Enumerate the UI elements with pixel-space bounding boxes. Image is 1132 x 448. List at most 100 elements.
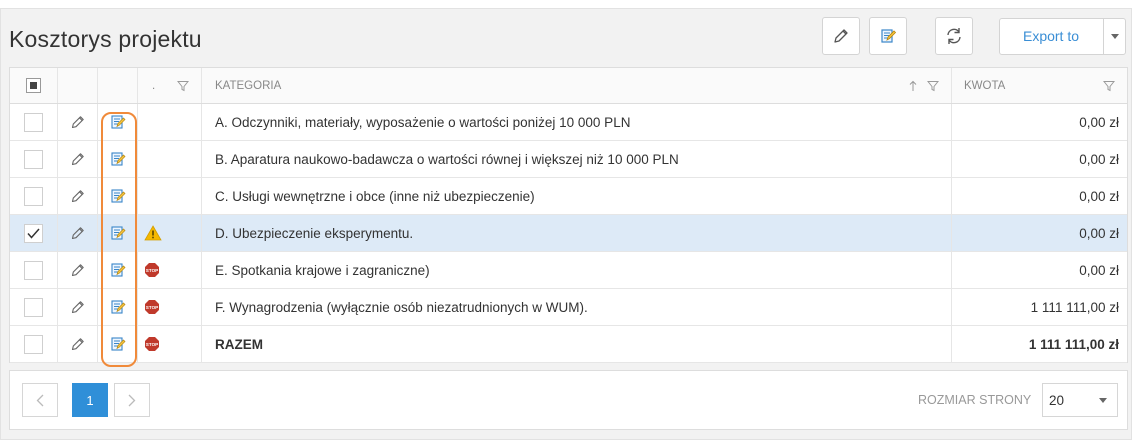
category-column-header[interactable]: KATEGORIA: [202, 68, 952, 103]
filter-icon[interactable]: [177, 80, 189, 92]
row-notes-button[interactable]: [98, 104, 138, 140]
row-edit-button[interactable]: [58, 104, 98, 140]
pencil-icon: [71, 190, 84, 203]
pencil-icon: [71, 116, 84, 129]
row-checkbox[interactable]: [24, 186, 43, 206]
row-category: A. Odczynniki, materiały, wyposażenie o …: [202, 104, 952, 140]
row-checkbox[interactable]: [24, 149, 43, 169]
category-column-label: KATEGORIA: [215, 79, 282, 92]
stop-icon: STOP: [145, 300, 159, 314]
page-size-value: 20: [1049, 392, 1065, 408]
row-checkbox[interactable]: [24, 112, 43, 132]
row-notes-button[interactable]: [98, 252, 138, 288]
status-column-header[interactable]: .: [138, 68, 202, 103]
refresh-button[interactable]: [935, 17, 973, 55]
row-checkbox[interactable]: [24, 297, 43, 317]
grid-pager: 1 ROZMIAR STRONY 20: [9, 370, 1128, 430]
select-all-checkbox[interactable]: [26, 78, 41, 93]
row-select-cell: [10, 141, 58, 177]
table-row[interactable]: A. Odczynniki, materiały, wyposażenie o …: [10, 104, 1127, 141]
svg-text:STOP: STOP: [146, 342, 158, 347]
notepad-edit-icon: [110, 263, 125, 277]
row-edit-button[interactable]: [58, 289, 98, 325]
notes-button[interactable]: [869, 17, 907, 55]
pencil-icon: [71, 227, 84, 240]
row-amount: 0,00 zł: [1079, 188, 1119, 204]
row-select-cell: [10, 178, 58, 214]
row-edit-button[interactable]: [58, 141, 98, 177]
row-category: RAZEM: [202, 326, 952, 362]
table-row[interactable]: D. Ubezpieczenie eksperymentu. 0,00 zł: [10, 215, 1127, 252]
checkmark-icon: [27, 228, 40, 239]
notepad-edit-icon: [110, 189, 125, 203]
pencil-icon: [71, 301, 84, 314]
row-select-cell: [10, 252, 58, 288]
select-all-cell: [10, 68, 58, 103]
table-row[interactable]: C. Usługi wewnętrzne i obce (inne niż ub…: [10, 178, 1127, 215]
notepad-edit-icon: [881, 29, 897, 43]
page-button-1[interactable]: 1: [72, 383, 108, 417]
amount-column-header[interactable]: KWOTA: [952, 68, 1129, 103]
row-amount: 1 111 111,00 zł: [1030, 299, 1119, 315]
pencil-icon: [71, 264, 84, 277]
notes-column-header: [98, 68, 138, 103]
table-row[interactable]: STOP E. Spotkania krajowe i zagraniczne) 0…: [10, 252, 1127, 289]
row-amount: 1 111 111,00 zł: [1028, 336, 1119, 352]
row-select-cell: [10, 215, 58, 251]
row-notes-button[interactable]: [98, 215, 138, 251]
refresh-icon: [947, 28, 961, 44]
table-row[interactable]: STOP RAZEM 1 111 111,00 zł: [10, 326, 1127, 363]
notepad-edit-icon: [110, 300, 125, 314]
row-notes-button[interactable]: [98, 326, 138, 362]
row-edit-button[interactable]: [58, 215, 98, 251]
edit-column-header: [58, 68, 98, 103]
page-title: Kosztorys projektu: [9, 26, 202, 52]
svg-text:STOP: STOP: [146, 268, 158, 273]
row-notes-button[interactable]: [98, 289, 138, 325]
export-button[interactable]: Export to: [1000, 19, 1102, 54]
notepad-edit-icon: [110, 152, 125, 166]
chevron-right-icon: [128, 394, 136, 406]
row-status-cell: STOP: [138, 326, 202, 362]
row-checkbox[interactable]: [24, 334, 43, 354]
row-category: D. Ubezpieczenie eksperymentu.: [202, 215, 952, 251]
row-status-cell: STOP: [138, 289, 202, 325]
edit-button[interactable]: [822, 17, 860, 55]
prev-page-button[interactable]: [22, 383, 58, 417]
sort-ascending-icon[interactable]: [909, 80, 917, 92]
page-size-select[interactable]: 20: [1042, 383, 1118, 417]
row-edit-button[interactable]: [58, 326, 98, 362]
row-checkbox[interactable]: [24, 260, 43, 280]
row-notes-button[interactable]: [98, 141, 138, 177]
budget-grid: . KATEGORIA KWOTA A. Odczynniki, materia…: [9, 67, 1128, 363]
row-amount: 0,00 zł: [1079, 151, 1119, 167]
caret-down-icon: [1099, 397, 1107, 403]
row-edit-button[interactable]: [58, 178, 98, 214]
filter-icon[interactable]: [927, 80, 939, 92]
table-row[interactable]: B. Aparatura naukowo-badawcza o wartości…: [10, 141, 1127, 178]
row-select-cell: [10, 104, 58, 140]
notepad-edit-icon: [110, 337, 125, 351]
row-notes-button[interactable]: [98, 178, 138, 214]
svg-text:STOP: STOP: [146, 305, 158, 310]
caret-down-icon: [1110, 34, 1119, 39]
row-status-cell: [138, 178, 202, 214]
category-header-tools: [909, 80, 939, 92]
export-dropdown-toggle[interactable]: [1103, 19, 1125, 54]
page-size-label: ROZMIAR STRONY: [918, 393, 1032, 407]
table-row[interactable]: STOP F. Wynagrodzenia (wyłącznie osób nie…: [10, 289, 1127, 326]
row-amount: 0,00 zł: [1079, 262, 1119, 278]
row-status-cell: [138, 215, 202, 251]
status-column-label: .: [152, 79, 156, 92]
row-select-cell: [10, 326, 58, 362]
pencil-icon: [834, 29, 848, 43]
row-category: B. Aparatura naukowo-badawcza o wartości…: [202, 141, 952, 177]
notepad-edit-icon: [110, 115, 125, 129]
filter-icon[interactable]: [1103, 80, 1115, 92]
row-category: F. Wynagrodzenia (wyłącznie osób niezatr…: [202, 289, 952, 325]
row-edit-button[interactable]: [58, 252, 98, 288]
stop-icon: STOP: [145, 337, 159, 351]
pencil-icon: [71, 338, 84, 351]
next-page-button[interactable]: [114, 383, 150, 417]
row-checkbox[interactable]: [24, 223, 43, 243]
